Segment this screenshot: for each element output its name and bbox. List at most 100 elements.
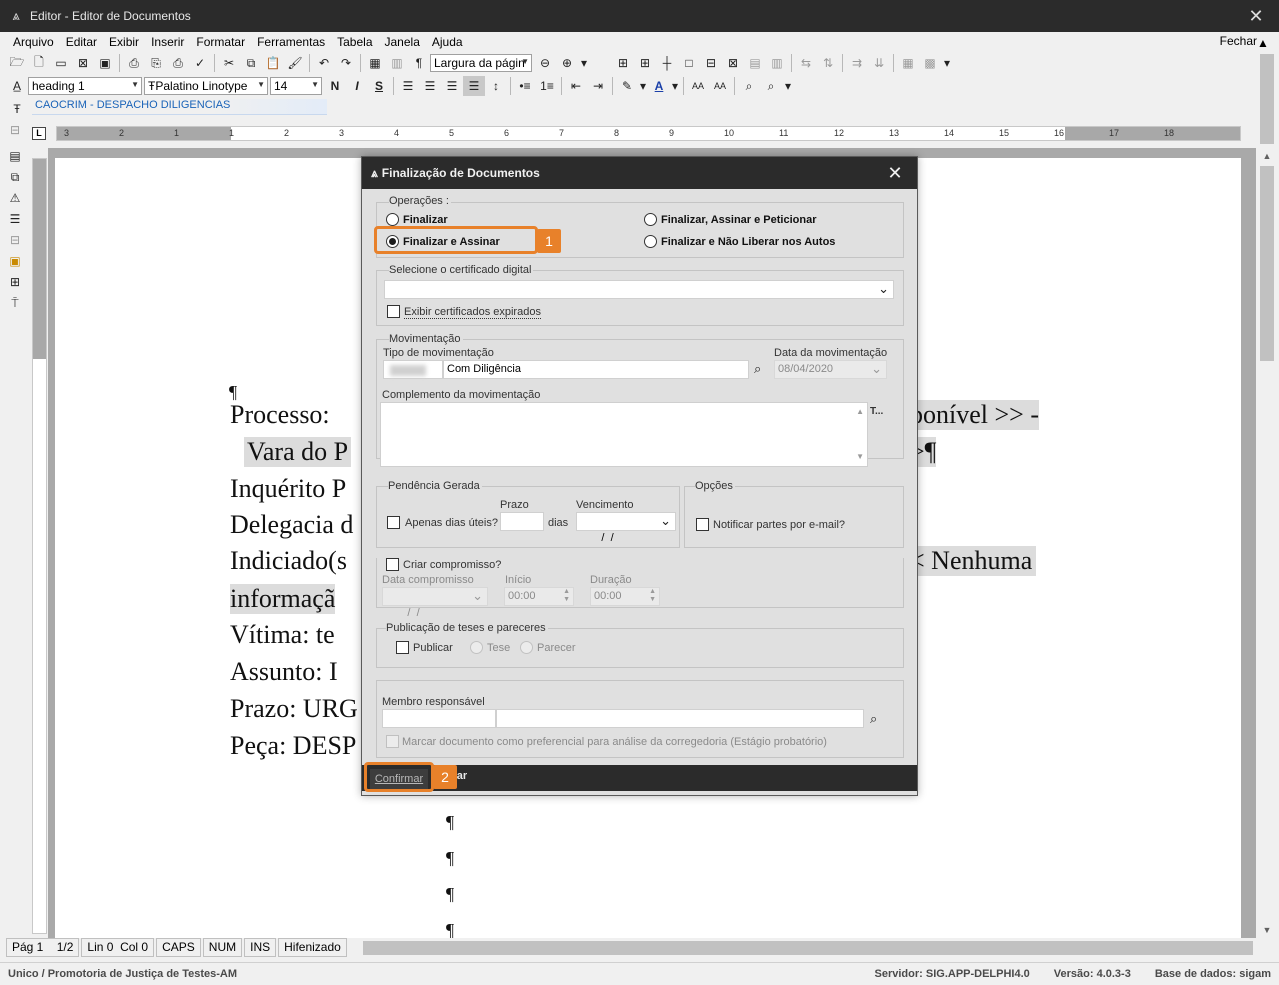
underline-icon[interactable]: S [368, 76, 390, 96]
check-show-expired[interactable] [387, 305, 400, 318]
borders-icon[interactable]: ▦ [897, 53, 919, 73]
list-icon[interactable]: ☰ [4, 209, 26, 229]
print-icon[interactable]: ⎙ [123, 53, 145, 73]
redo-icon[interactable]: ↷ [335, 53, 357, 73]
menu-arquivo[interactable]: Arquivo [7, 35, 60, 49]
zoom-out-icon[interactable]: ⊖ [534, 53, 556, 73]
copy-icon[interactable]: ⧉ [240, 53, 262, 73]
file-icon[interactable]: ▣ [4, 251, 26, 271]
menu-exibir[interactable]: Exibir [103, 35, 145, 49]
radio-finalizar-assinar-peticionar[interactable] [644, 213, 657, 226]
new-document-icon[interactable]: 🗋 [28, 53, 50, 73]
side-copy-icon[interactable]: ⧉ [4, 167, 26, 187]
align-center-icon[interactable]: ☰ [419, 76, 441, 96]
check-criar-compromisso[interactable] [386, 558, 399, 571]
paste-icon[interactable]: 📋 [262, 53, 284, 73]
label-publicar[interactable]: Publicar [413, 642, 453, 654]
font-color-icon[interactable]: A [648, 76, 670, 96]
prazo-input[interactable] [500, 512, 544, 531]
check-marcar-preferencial[interactable] [386, 735, 399, 748]
duracao-input[interactable]: 00:00 ▲ ▼ [590, 587, 660, 606]
toolbar-scrollbar[interactable]: ▲ [1257, 36, 1277, 146]
vencimento-input[interactable]: / / ⌄ [576, 512, 676, 544]
label-parecer[interactable]: Parecer [537, 642, 576, 654]
label-marcar-preferencial[interactable]: Marcar documento como preferencial para … [402, 736, 827, 748]
template-tab[interactable]: CAOCRIM - DESPACHO DILIGENCIAS [32, 99, 327, 115]
menu-janela[interactable]: Janela [379, 35, 426, 49]
menu-editar[interactable]: Editar [60, 35, 103, 49]
align-right-icon[interactable]: ☰ [441, 76, 463, 96]
complemento-side-button[interactable]: T... [870, 406, 883, 417]
italic-icon[interactable]: I [346, 76, 368, 96]
menu-tabela[interactable]: Tabela [331, 35, 378, 49]
label-finalizar[interactable]: Finalizar [403, 214, 448, 226]
shrink-font-icon[interactable]: AA [687, 76, 709, 96]
cut-icon[interactable]: ✂ [218, 53, 240, 73]
outdent-icon[interactable]: ⇤ [565, 76, 587, 96]
label-apenas-dias-uteis[interactable]: Apenas dias úteis? [405, 517, 498, 529]
bullets-icon[interactable]: •≡ [514, 76, 536, 96]
font-size-select[interactable]: 14 ▼ [270, 77, 322, 95]
data-mov-input[interactable]: 08/04/2020 ⌄ [774, 360, 887, 379]
grid-small-icon[interactable]: ⊞ [4, 272, 26, 292]
inicio-input[interactable]: 00:00 ▲ ▼ [504, 587, 574, 606]
grid-icon[interactable]: ▥ [386, 53, 408, 73]
membro-name-input[interactable] [496, 709, 864, 728]
delete-col-icon[interactable]: ⇊ [868, 53, 890, 73]
format-painter-icon[interactable]: 🖌 [284, 53, 306, 73]
print-preview-icon[interactable]: ⎘ [145, 53, 167, 73]
scroll-thumb[interactable] [1260, 54, 1274, 144]
insert-col-icon[interactable]: ⇉ [846, 53, 868, 73]
label-show-expired[interactable]: Exibir certificados expirados [404, 306, 541, 319]
side-tool-icon[interactable]: ⊟ [4, 120, 26, 140]
label-finalizar-assinar-peticionar[interactable]: Finalizar, Assinar e Peticionar [661, 214, 817, 226]
save-icon[interactable]: ▣ [94, 53, 116, 73]
close-doc-icon[interactable]: ⊠ [72, 53, 94, 73]
spinner-icon[interactable]: ▲ ▼ [649, 588, 656, 604]
data-compromisso-input[interactable]: / / ⌄ [382, 587, 488, 619]
check-apenas-dias-uteis[interactable] [387, 516, 400, 529]
shading-icon[interactable]: ▩ [919, 53, 941, 73]
split-icon[interactable]: ⊠ [722, 53, 744, 73]
indent-icon[interactable]: ⇥ [587, 76, 609, 96]
chevron-down-icon[interactable]: ▾ [670, 76, 680, 96]
table-grid-icon[interactable]: ⊞ [612, 53, 634, 73]
font-select[interactable]: Ŧ Palatino Linotype ▼ [144, 77, 268, 95]
insert-row-icon[interactable]: ⇆ [795, 53, 817, 73]
tipo-input[interactable]: Com Diligência [443, 360, 749, 379]
scroll-thumb[interactable] [1260, 166, 1274, 361]
template-icon[interactable]: Ŧ [6, 99, 28, 119]
numbering-icon[interactable]: 1≡ [536, 76, 558, 96]
complemento-textarea[interactable]: ▲ ▼ [380, 402, 868, 467]
line-spacing-icon[interactable]: ↕ [485, 76, 507, 96]
table-icon[interactable]: ▦ [364, 53, 386, 73]
search-icon[interactable]: ⌕ [870, 711, 877, 727]
pilcrow-icon[interactable]: ¶ [408, 53, 430, 73]
search-icon[interactable]: ⌕ [754, 361, 761, 377]
styles-icon[interactable]: A̲ [6, 76, 28, 96]
scroll-down-icon[interactable]: ▼ [856, 448, 864, 465]
window-close-icon[interactable]: ✕ [1233, 6, 1279, 27]
label-notificar[interactable]: Notificar partes por e-mail? [713, 519, 845, 531]
tab-stop-selector[interactable]: L [32, 127, 46, 140]
menu-ajuda[interactable]: Ajuda [426, 35, 469, 49]
toolbar-overflow-icon[interactable]: ▾ [578, 53, 590, 73]
undo-icon[interactable]: ↶ [313, 53, 335, 73]
menu-fechar[interactable]: Fechar [1220, 34, 1257, 48]
radio-parecer[interactable] [520, 641, 533, 654]
membro-code-input[interactable] [382, 709, 496, 728]
cell-icon[interactable]: □ [678, 53, 700, 73]
scroll-down-icon[interactable]: ▼ [1257, 925, 1277, 935]
print-setup-icon[interactable]: ⎙ [167, 53, 189, 73]
certificate-select[interactable]: ⌄ [384, 280, 894, 299]
spinner-icon[interactable]: ▲ ▼ [563, 588, 570, 604]
radio-finalizar[interactable] [386, 213, 399, 226]
bold-icon[interactable]: N [324, 76, 346, 96]
justify-icon[interactable]: ☰ [463, 76, 485, 96]
paint-icon[interactable]: ⍑ [4, 293, 26, 313]
check-notificar[interactable] [696, 518, 709, 531]
rows-icon[interactable]: ▤ [744, 53, 766, 73]
toolbar-overflow-icon[interactable]: ▾ [941, 53, 953, 73]
toolbar-overflow-icon[interactable]: ▾ [782, 76, 794, 96]
replace-icon[interactable]: ⌕ [760, 76, 782, 96]
